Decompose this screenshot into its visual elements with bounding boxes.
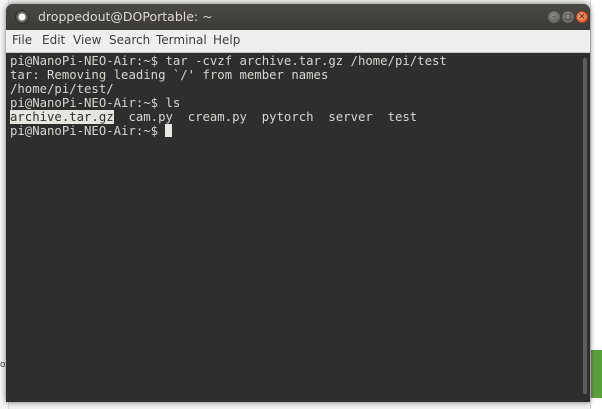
menu-bar: File Edit View Search Terminal Help: [6, 30, 590, 53]
selected-text[interactable]: archive.tar.gz: [10, 110, 114, 124]
window-title: droppedout@DOPortable: ~: [38, 9, 213, 24]
menu-terminal[interactable]: Terminal: [156, 33, 207, 47]
text-cursor: [165, 124, 173, 137]
menu-view[interactable]: View: [73, 33, 101, 47]
terminal-line-prompt: pi@NanoPi-NEO-Air:~$: [10, 124, 173, 138]
menu-search[interactable]: Search: [109, 33, 150, 47]
terminal-line-command-tar: pi@NanoPi-NEO-Air:~$ tar -cvzf archive.t…: [10, 54, 447, 68]
terminal-line-command-ls: pi@NanoPi-NEO-Air:~$ ls: [10, 96, 181, 110]
scrollbar-thumb[interactable]: [583, 58, 587, 394]
window-menu-icon[interactable]: [15, 10, 29, 24]
shell-prompt: pi@NanoPi-NEO-Air:~$: [10, 124, 166, 138]
menu-edit[interactable]: Edit: [42, 33, 65, 47]
terminal-line-ls-output: archive.tar.gz cam.py cream.py pytorch s…: [10, 110, 417, 124]
ls-file-list: cam.py cream.py pytorch server test: [113, 110, 418, 124]
terminal-line-tar-output: /home/pi/test/: [10, 82, 114, 96]
close-button[interactable]: ✕: [576, 11, 588, 23]
background-green-strip: [591, 350, 602, 398]
title-bar[interactable]: droppedout@DOPortable: ~ – □ ✕: [6, 4, 590, 30]
terminal-line-tar-message: tar: Removing leading `/' from member na…: [10, 68, 329, 82]
menu-help[interactable]: Help: [213, 33, 240, 47]
terminal-scrollbar[interactable]: [581, 53, 590, 402]
menu-file[interactable]: File: [12, 33, 32, 47]
maximize-button[interactable]: □: [562, 11, 574, 23]
terminal-window: droppedout@DOPortable: ~ – □ ✕ File Edit…: [6, 4, 590, 402]
minimize-button[interactable]: –: [548, 11, 560, 23]
background-right-panel: [590, 0, 602, 409]
